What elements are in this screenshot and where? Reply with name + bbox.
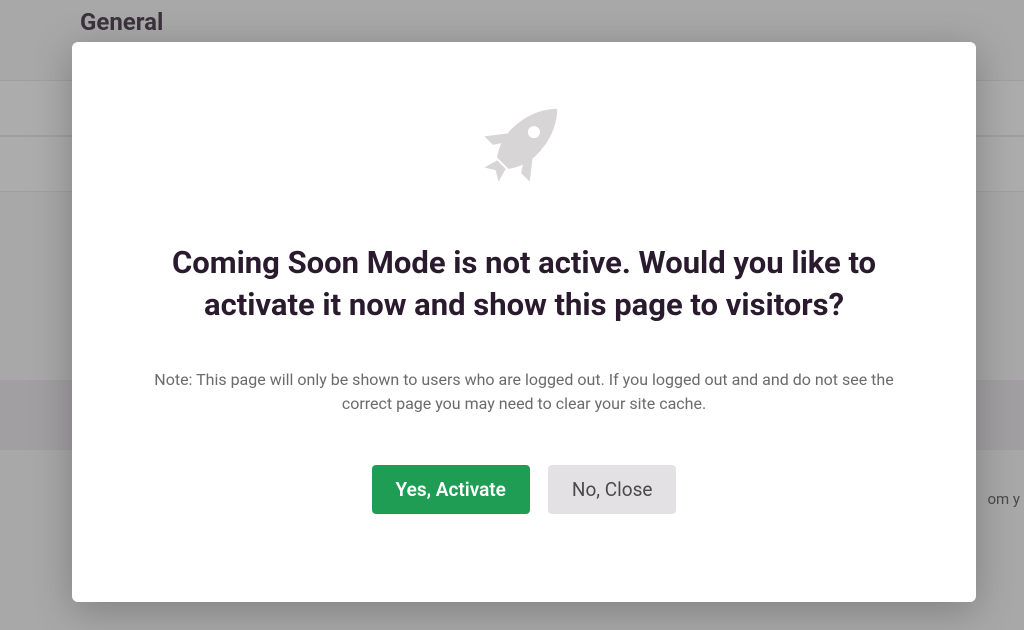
no-close-button[interactable]: No, Close [548,465,677,514]
modal-title: Coming Soon Mode is not active. Would yo… [154,242,894,326]
yes-activate-button[interactable]: Yes, Activate [372,465,530,514]
activation-modal: Coming Soon Mode is not active. Would yo… [72,42,976,602]
rocket-icon [474,92,574,192]
modal-overlay[interactable]: Coming Soon Mode is not active. Would yo… [0,0,1024,630]
modal-note: Note: This page will only be shown to us… [134,368,914,418]
modal-actions: Yes, Activate No, Close [372,465,677,514]
